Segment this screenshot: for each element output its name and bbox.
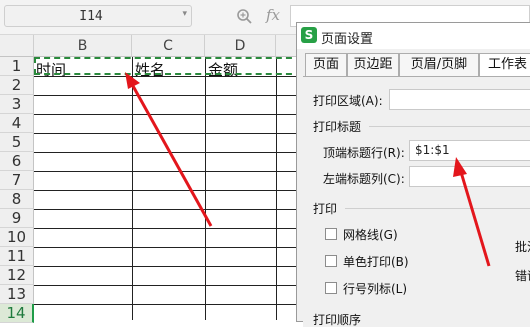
chevron-down-icon[interactable]: ▾ bbox=[182, 9, 187, 19]
row-col-headers-checkbox[interactable] bbox=[325, 282, 337, 294]
row-header[interactable]: 3 bbox=[0, 95, 34, 114]
zoom-icon[interactable] bbox=[236, 8, 254, 26]
divider bbox=[345, 208, 530, 209]
grid-line bbox=[205, 57, 206, 320]
monochrome-checkbox[interactable] bbox=[325, 255, 337, 267]
row-header[interactable]: 6 bbox=[0, 152, 34, 171]
wps-logo-icon: S bbox=[301, 27, 317, 43]
tab-page[interactable]: 页面 bbox=[305, 53, 347, 77]
gridlines-checkbox[interactable] bbox=[325, 228, 337, 240]
grid-line bbox=[34, 76, 304, 77]
grid-line bbox=[34, 152, 304, 153]
grid-line bbox=[34, 285, 304, 286]
row-header[interactable]: 4 bbox=[0, 114, 34, 133]
print-section: 打印 bbox=[313, 202, 338, 216]
print-titles-section: 打印标题 bbox=[313, 120, 362, 134]
name-box[interactable]: I14 ▾ bbox=[4, 5, 192, 27]
row-header[interactable]: 13 bbox=[0, 285, 34, 304]
name-box-value: I14 bbox=[79, 9, 103, 24]
column-header-b[interactable]: B bbox=[34, 35, 132, 57]
row-header[interactable]: 1 bbox=[0, 57, 34, 76]
print-area-input[interactable] bbox=[389, 89, 530, 110]
tab-sheet[interactable]: 工作表 bbox=[479, 53, 530, 77]
grid-line bbox=[34, 171, 304, 172]
dialog-title-bar[interactable]: S 页面设置 bbox=[297, 23, 530, 49]
column-header-c[interactable]: C bbox=[132, 35, 205, 57]
row-col-headers-label[interactable]: 行号列标(L) bbox=[343, 280, 407, 297]
grid-line bbox=[34, 247, 304, 248]
grid-line bbox=[34, 304, 304, 305]
page-setup-dialog: S 页面设置 页面 页边距 页眉/页脚 工作表 打印区域(A): 打印标题 顶端… bbox=[296, 22, 530, 327]
grid-line bbox=[34, 228, 304, 229]
tab-margins[interactable]: 页边距 bbox=[347, 53, 399, 77]
monochrome-label[interactable]: 单色打印(B) bbox=[343, 253, 409, 270]
divider bbox=[369, 126, 530, 127]
grid-line bbox=[34, 266, 304, 267]
comments-label-partial: 批注 bbox=[515, 240, 530, 254]
grid-line bbox=[276, 57, 277, 320]
dialog-title: 页面设置 bbox=[321, 32, 374, 47]
tab-header-footer[interactable]: 页眉/页脚 bbox=[399, 53, 479, 77]
grid-line bbox=[132, 57, 133, 320]
gridlines-label[interactable]: 网格线(G) bbox=[343, 226, 398, 243]
row-header[interactable]: 8 bbox=[0, 190, 34, 209]
copy-marquee-row-1 bbox=[34, 57, 302, 75]
grid-line bbox=[34, 95, 304, 96]
top-rows-input[interactable]: $1:$1 bbox=[409, 140, 530, 161]
row-header[interactable]: 2 bbox=[0, 76, 34, 95]
row-header[interactable]: 10 bbox=[0, 228, 34, 247]
row-header[interactable]: 12 bbox=[0, 266, 34, 285]
row-header-active[interactable]: 14 bbox=[0, 304, 34, 323]
grid-line bbox=[34, 190, 304, 191]
left-cols-input[interactable] bbox=[409, 166, 530, 187]
row-header[interactable]: 9 bbox=[0, 209, 34, 228]
grid-line bbox=[34, 133, 304, 134]
top-rows-label: 顶端标题行(R): bbox=[323, 146, 405, 160]
row-header[interactable]: 7 bbox=[0, 171, 34, 190]
fx-icon[interactable]: fx bbox=[266, 6, 280, 24]
sheet-tab-panel: 打印区域(A): 打印标题 顶端标题行(R): $1:$1 左端标题列(C): … bbox=[303, 76, 530, 327]
grid-line bbox=[34, 209, 304, 210]
print-area-label: 打印区域(A): bbox=[313, 94, 383, 108]
grid-line bbox=[34, 114, 304, 115]
column-header-d[interactable]: D bbox=[205, 35, 276, 57]
row-header[interactable]: 11 bbox=[0, 247, 34, 266]
row-header[interactable]: 5 bbox=[0, 133, 34, 152]
left-cols-label: 左端标题列(C): bbox=[323, 172, 405, 186]
select-all-corner[interactable] bbox=[0, 35, 34, 57]
errors-label-partial: 错误 bbox=[515, 269, 530, 283]
